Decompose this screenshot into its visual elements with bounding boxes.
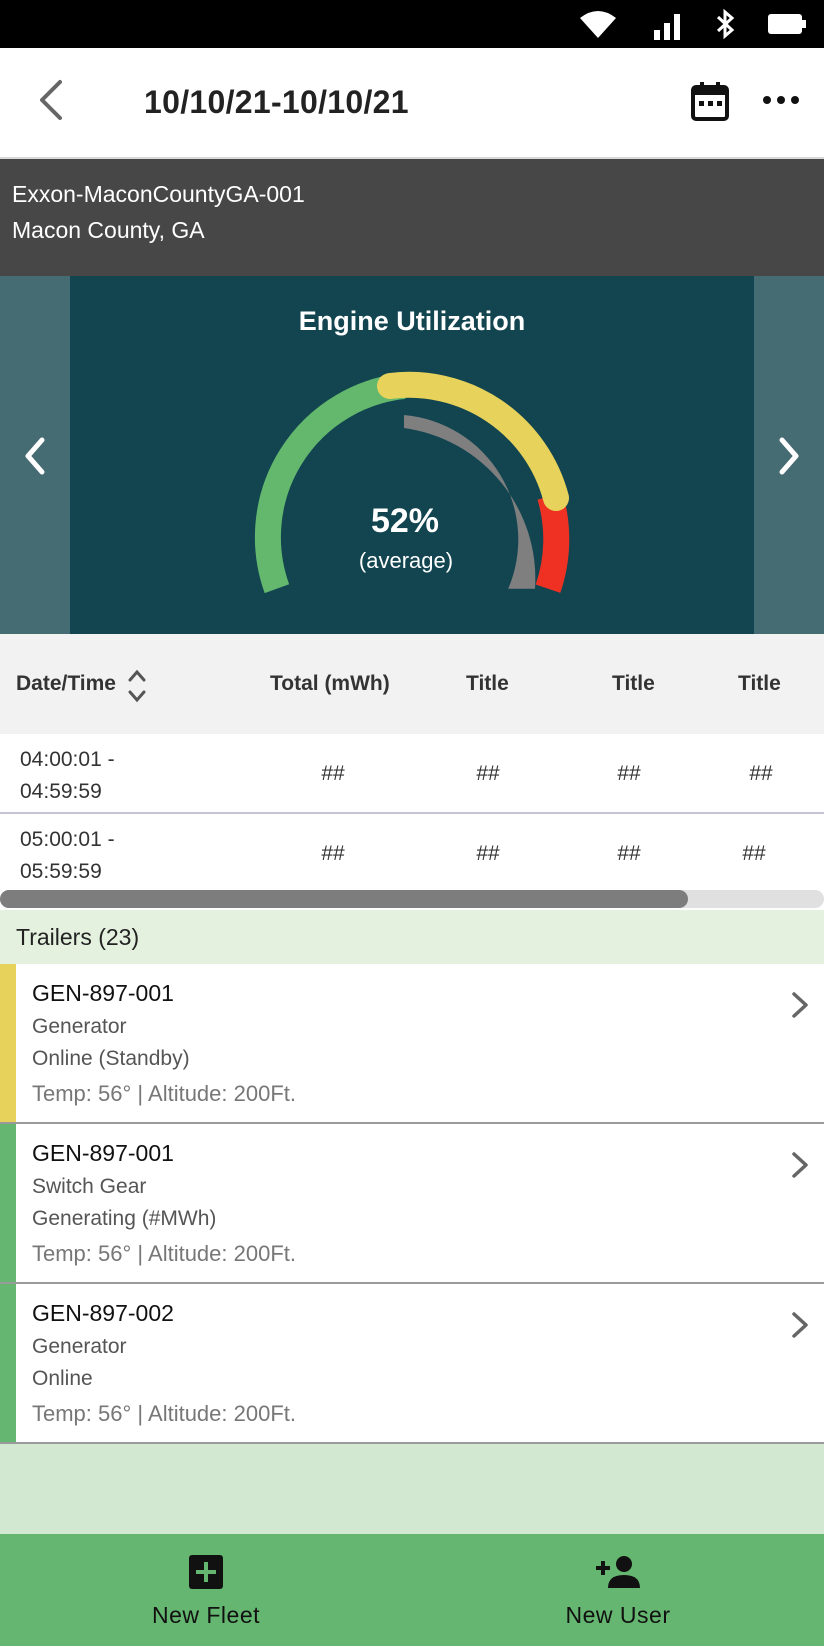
chevron-left-icon bbox=[25, 437, 45, 475]
column-header-total[interactable]: Total (mWh) bbox=[270, 672, 390, 696]
new-user-button[interactable]: New User bbox=[412, 1534, 824, 1646]
chevron-right-icon bbox=[792, 992, 808, 1018]
app-header: 10/10/21-10/10/21 bbox=[0, 48, 824, 159]
table-cell: ## bbox=[476, 762, 500, 785]
row-time: 05:00:01 - 05:59:59 bbox=[20, 828, 115, 883]
trailer-meta: Temp: 56° | Altitude: 200Ft. bbox=[32, 1401, 296, 1426]
add-box-icon bbox=[189, 1555, 223, 1589]
table-cell: ## bbox=[476, 842, 500, 865]
sort-updown-icon bbox=[128, 669, 146, 703]
column-header-datetime[interactable]: Date/Time bbox=[16, 672, 116, 696]
site-location: Macon County, GA bbox=[12, 217, 205, 243]
chevron-right-icon bbox=[792, 1312, 808, 1338]
table-cell: ## bbox=[617, 762, 641, 785]
status-bar bbox=[0, 0, 824, 48]
trailer-status: Online bbox=[32, 1367, 93, 1390]
new-user-label: New User bbox=[565, 1602, 671, 1628]
trailer-list: GEN-897-001 Generator Online (Standby) T… bbox=[0, 964, 824, 1444]
trailer-type: Generator bbox=[32, 1015, 127, 1038]
chart-carousel[interactable]: Engine Utilization 52% (average) bbox=[0, 276, 824, 634]
more-button[interactable] bbox=[760, 90, 802, 110]
column-header-title-1[interactable]: Title bbox=[466, 672, 509, 696]
battery-icon bbox=[768, 14, 806, 34]
list-footer-area bbox=[0, 1444, 824, 1534]
scrollbar-thumb[interactable] bbox=[0, 890, 688, 908]
chevron-right-icon bbox=[779, 437, 799, 475]
trailer-id: GEN-897-001 bbox=[32, 1140, 174, 1166]
new-fleet-label: New Fleet bbox=[151, 1602, 261, 1628]
trailer-item[interactable]: GEN-897-001 Switch Gear Generating (#MWh… bbox=[0, 1124, 824, 1284]
carousel-next-button[interactable] bbox=[768, 426, 808, 486]
site-name: Exxon-MaconCountyGA-001 bbox=[12, 181, 305, 207]
trailers-count-label: Trailers (23) bbox=[16, 924, 140, 950]
table-cell: ## bbox=[749, 762, 773, 785]
column-header-title-2[interactable]: Title bbox=[612, 672, 655, 696]
more-horizontal-icon bbox=[763, 96, 799, 104]
trailers-section-header: Trailers (23) bbox=[0, 910, 824, 964]
trailer-type: Switch Gear bbox=[32, 1175, 147, 1198]
arrow-back-icon bbox=[40, 80, 62, 120]
trailer-meta: Temp: 56° | Altitude: 200Ft. bbox=[32, 1081, 296, 1106]
status-accent-bar bbox=[0, 964, 16, 1122]
back-button[interactable] bbox=[30, 78, 74, 122]
row-time: 04:00:01 - 04:59:59 bbox=[20, 748, 115, 803]
bottom-action-bar: New Fleet New User bbox=[0, 1534, 824, 1646]
trailer-item[interactable]: GEN-897-002 Generator Online Temp: 56° |… bbox=[0, 1284, 824, 1444]
trailer-type: Generator bbox=[32, 1335, 127, 1358]
site-info-bar: Exxon-MaconCountyGA-001 Macon County, GA bbox=[0, 159, 824, 276]
chevron-right-icon bbox=[792, 1152, 808, 1178]
calendar-button[interactable] bbox=[690, 80, 730, 122]
table-cell: ## bbox=[617, 842, 641, 865]
trailer-id: GEN-897-001 bbox=[32, 980, 174, 1006]
trailer-status: Online (Standby) bbox=[32, 1047, 190, 1070]
gauge-subtitle: (average) bbox=[358, 548, 454, 573]
bluetooth-icon bbox=[716, 8, 735, 40]
status-accent-bar bbox=[0, 1284, 16, 1442]
trailer-id: GEN-897-002 bbox=[32, 1300, 174, 1326]
calendar-icon bbox=[691, 82, 729, 121]
engine-utilization-card: Engine Utilization 52% (average) bbox=[70, 276, 754, 634]
wifi-icon bbox=[580, 11, 616, 38]
column-header-title-3[interactable]: Title bbox=[738, 672, 781, 696]
trailer-meta: Temp: 56° | Altitude: 200Ft. bbox=[32, 1241, 296, 1266]
table-row[interactable]: 04:00:01 - 04:59:59 ## ## ## ## bbox=[0, 734, 824, 814]
utilization-gauge bbox=[254, 371, 570, 594]
trailer-item[interactable]: GEN-897-001 Generator Online (Standby) T… bbox=[0, 964, 824, 1124]
table-cell: ## bbox=[321, 842, 345, 865]
sort-icon[interactable] bbox=[126, 666, 148, 706]
carousel-prev-button[interactable] bbox=[16, 426, 56, 486]
table-cell: ## bbox=[321, 762, 345, 785]
table-cell: ## bbox=[742, 842, 766, 865]
horizontal-scrollbar[interactable] bbox=[0, 890, 824, 908]
gauge-yellow-arc bbox=[377, 371, 569, 511]
table-header: Date/Time Total (mWh) Title Title Title bbox=[0, 634, 824, 734]
trailer-status: Generating (#MWh) bbox=[32, 1207, 217, 1230]
signal-icon bbox=[654, 14, 680, 40]
new-fleet-button[interactable]: New Fleet bbox=[0, 1534, 412, 1646]
energy-table: Date/Time Total (mWh) Title Title Title … bbox=[0, 634, 824, 910]
table-row[interactable]: 05:00:01 - 05:59:59 ## ## ## ## bbox=[0, 814, 824, 894]
gauge-value: 52% bbox=[370, 502, 440, 540]
status-accent-bar bbox=[0, 1124, 16, 1282]
add-user-icon bbox=[596, 1556, 640, 1588]
page-title: 10/10/21-10/10/21 bbox=[144, 84, 409, 120]
